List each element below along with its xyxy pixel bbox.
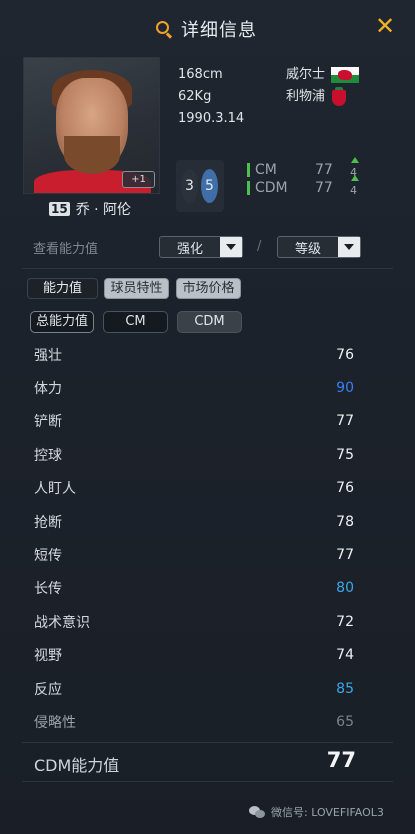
stat-name: 控球 [34,447,62,464]
club-name: 利物浦 [286,89,326,104]
total-rating-value: 77 [326,748,356,772]
stat-name: 铲断 [34,414,62,431]
total-rating-row: CDM能力值 77 [22,742,393,782]
chevron-down-icon[interactable] [220,237,242,257]
search-icon [155,20,173,39]
tab-player-traits[interactable]: 球员特性 [104,278,169,299]
watermark-text: 微信号: LOVEFIFAOL3 [271,806,384,819]
grade-dropdown-label: 等级 [294,241,321,257]
stat-row: 视野 74 [22,639,393,672]
stat-row: 战术意识 72 [22,605,393,638]
subtab-overall[interactable]: 总能力值 [30,311,94,333]
stat-row: 长传 80 [22,572,393,605]
stat-value: 90 [336,380,354,397]
divider [22,268,393,269]
grade-dropdown[interactable]: 等级 [277,236,361,258]
stat-value: 80 [336,580,354,597]
player-name-row: 15 乔 · 阿伦 [49,199,131,219]
watermark: 微信号: LOVEFIFAOL3 [249,804,384,820]
player-info: 168cm 62Kg 1990.3.14 [178,64,244,130]
stat-row: 控球 75 [22,438,393,471]
enhance-dropdown[interactable]: 强化 [159,236,243,258]
right-foot-icon: 5 [201,169,218,203]
stat-value: 76 [336,346,354,363]
position-name: CDM [255,180,288,196]
position-bar [247,181,250,195]
stat-row: 短传 77 [22,538,393,571]
subtab-cdm[interactable]: CDM [177,311,242,333]
nation-club: 威尔士 利物浦 [286,64,360,108]
nation-row: 威尔士 [286,64,360,86]
stat-value: 78 [336,513,354,530]
beard-shape [64,136,120,174]
stat-value: 65 [336,713,354,730]
stat-name: 侵略性 [34,714,76,731]
title-wrap: 详细信息 [155,16,257,42]
stat-row: 强壮 76 [22,338,393,371]
stat-row: 铲断 77 [22,405,393,438]
stat-value: 77 [336,547,354,564]
player-birthdate: 1990.3.14 [178,111,245,126]
stat-name: 长传 [34,581,62,598]
enhance-dropdown-label: 强化 [176,241,203,257]
enhance-badge: +1 [122,171,155,188]
stat-row: 侵略性 65 [22,705,393,738]
stat-value: 75 [336,446,354,463]
nation-name: 威尔士 [286,67,326,82]
stat-value: 74 [336,647,354,664]
wales-flag-icon [331,67,360,83]
stat-row: 人盯人 76 [22,472,393,505]
player-height: 168cm [178,67,223,82]
player-name: 乔 · 阿伦 [75,202,132,218]
left-foot-icon: 3 [181,169,198,203]
stat-name: 反应 [34,681,62,698]
stat-name: 战术意识 [34,614,90,631]
position-value: 77 [315,180,333,196]
position-bar [247,163,250,177]
stat-row: 反应 85 [22,672,393,705]
total-rating-label: CDM能力值 [34,756,120,775]
tab-ability[interactable]: 能力值 [27,278,98,299]
stat-value: 76 [336,480,354,497]
subtab-cm[interactable]: CM [103,311,168,333]
position-value: 77 [315,162,333,178]
wechat-icon [249,805,266,819]
player-weight: 62Kg [178,89,212,104]
position-row: CM 77 4 [247,157,367,179]
up-arrow-icon [351,175,359,181]
stat-name: 视野 [34,648,62,665]
tab-market-price[interactable]: 市场价格 [176,278,241,299]
stat-value: 77 [336,413,354,430]
liverpool-crest-icon [331,87,347,107]
player-photo: +1 [23,57,160,194]
position-name: CM [255,162,277,178]
position-row: CDM 77 4 [247,175,367,197]
player-detail-panel: 详细信息 ✕ +1 15 乔 · 阿伦 168cm 62Kg 1990.3.14… [0,0,415,834]
chevron-down-icon[interactable] [338,237,360,257]
header: 详细信息 ✕ [0,0,415,54]
stat-name: 短传 [34,548,62,565]
stat-value: 85 [336,680,354,697]
view-ability-label: 查看能力值 [33,242,99,257]
stat-row: 抢断 78 [22,505,393,538]
stat-value: 72 [336,613,354,630]
club-row: 利物浦 [286,86,359,108]
stats-list: 强壮 76 体力 90 铲断 77 控球 75 人盯人 76 抢断 78 短传 77 长传 80… [22,338,393,739]
position-plus: 4 [350,184,357,197]
stat-name: 抢断 [34,514,62,531]
close-button[interactable]: ✕ [373,14,397,38]
up-arrow-icon [351,157,359,163]
preferred-foot: 3 5 [176,160,224,212]
stat-name: 人盯人 [34,481,76,498]
stat-row: 体力 90 [22,371,393,404]
separator: / [257,239,262,254]
page-title: 详细信息 [181,20,257,41]
shirt-number-badge: 15 [49,202,70,216]
stat-name: 体力 [34,381,62,398]
positions: CM 77 4 CDM 77 4 [247,157,367,197]
stat-name: 强壮 [34,347,62,364]
